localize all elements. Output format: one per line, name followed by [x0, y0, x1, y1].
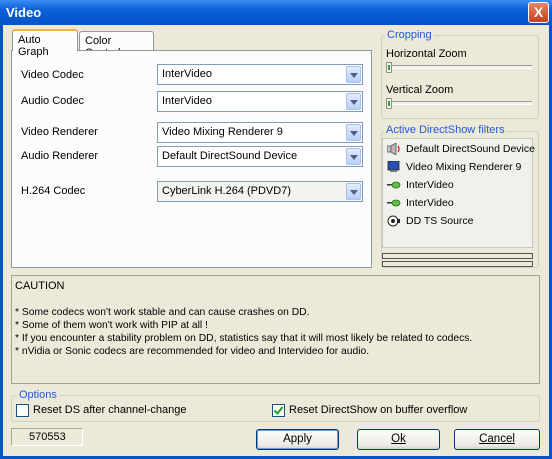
filters-list[interactable]: Default DirectSound Device Video Mixing … — [382, 138, 535, 248]
filter-label: InterVideo — [406, 197, 454, 209]
video-renderer-value: Video Mixing Renderer 9 — [162, 126, 283, 138]
filter-label: Default DirectSound Device — [406, 143, 535, 155]
window-frame-left — [0, 25, 3, 459]
apply-button[interactable]: Apply — [256, 429, 339, 450]
audio-renderer-select[interactable]: Default DirectSound Device — [157, 146, 363, 167]
h264-codec-select[interactable]: CyberLink H.264 (PDVD7) — [157, 181, 363, 202]
filters-title: Active DirectShow filters — [384, 124, 507, 136]
filter-bar-2 — [382, 261, 533, 267]
caution-title: CAUTION — [15, 280, 65, 292]
cancel-button-label: Cancel — [479, 433, 515, 445]
audio-renderer-label: Audio Renderer — [21, 150, 99, 162]
chevron-down-icon[interactable] — [346, 124, 361, 141]
reset-overflow-label[interactable]: Reset DirectShow on buffer overflow — [289, 404, 467, 416]
vertical-zoom-label: Vertical Zoom — [386, 84, 454, 96]
tab-auto-graph-label: Auto Graph — [18, 34, 49, 58]
close-button[interactable]: X — [528, 2, 549, 23]
chevron-down-icon[interactable] — [346, 66, 361, 83]
tab-color-controls[interactable]: Color Controls — [79, 31, 154, 59]
codec-icon — [387, 179, 401, 191]
filter-label: DD TS Source — [406, 215, 474, 227]
list-item[interactable]: InterVideo — [387, 197, 454, 213]
audio-codec-label: Audio Codec — [21, 95, 84, 107]
horizontal-zoom-track[interactable] — [386, 65, 532, 69]
auto-graph-panel: Video Codec InterVideo Audio Codec Inter… — [11, 50, 372, 268]
title-bar: Video X — [0, 0, 552, 25]
video-codec-select[interactable]: InterVideo — [157, 64, 363, 85]
status-value: 570553 — [29, 431, 66, 443]
h264-codec-label: H.264 Codec — [21, 185, 86, 197]
window-title: Video — [6, 5, 42, 20]
list-item[interactable]: Video Mixing Renderer 9 — [387, 160, 522, 177]
caution-line: * If you encounter a stability problem o… — [15, 333, 473, 344]
ok-button[interactable]: Ok — [357, 429, 440, 450]
video-renderer-select[interactable]: Video Mixing Renderer 9 — [157, 122, 363, 143]
apply-button-label: Apply — [283, 433, 312, 445]
codec-icon — [387, 197, 401, 209]
monitor-icon — [387, 160, 401, 173]
video-renderer-label: Video Renderer — [21, 126, 98, 138]
options-title: Options — [17, 389, 59, 401]
video-codec-label: Video Codec — [21, 69, 84, 81]
chevron-down-icon[interactable] — [346, 183, 361, 200]
ok-button-label: Ok — [391, 433, 406, 445]
source-icon — [387, 215, 401, 227]
horizontal-zoom-label: Horizontal Zoom — [386, 48, 467, 60]
caution-box: CAUTION * Some codecs won't work stable … — [11, 275, 540, 384]
audio-codec-value: InterVideo — [162, 95, 212, 107]
cancel-button[interactable]: Cancel — [454, 429, 540, 450]
close-icon: X — [533, 4, 544, 20]
caution-line: * Some codecs won't work stable and can … — [15, 307, 310, 318]
caution-line: * nVidia or Sonic codecs are recommended… — [15, 346, 370, 357]
reset-ds-checkbox[interactable] — [16, 404, 29, 417]
cropping-title: Cropping — [385, 29, 434, 41]
filter-bar-1 — [382, 253, 533, 259]
horizontal-zoom-slider[interactable] — [386, 62, 392, 73]
tab-auto-graph[interactable]: Auto Graph — [12, 29, 78, 58]
reset-ds-label[interactable]: Reset DS after channel-change — [33, 404, 186, 416]
filter-label: Video Mixing Renderer 9 — [406, 161, 522, 173]
status-field: 570553 — [11, 428, 83, 446]
checkmark-icon — [273, 406, 284, 416]
h264-codec-value: CyberLink H.264 (PDVD7) — [162, 185, 291, 197]
list-item[interactable]: DD TS Source — [387, 215, 474, 231]
chevron-down-icon[interactable] — [346, 93, 361, 110]
list-item[interactable]: Default DirectSound Device — [386, 142, 535, 159]
filter-label: InterVideo — [406, 179, 454, 191]
vertical-zoom-slider[interactable] — [386, 98, 392, 109]
audio-codec-select[interactable]: InterVideo — [157, 91, 363, 112]
speaker-icon — [386, 142, 401, 156]
video-codec-value: InterVideo — [162, 68, 212, 80]
reset-overflow-checkbox[interactable] — [272, 404, 285, 417]
vertical-zoom-track[interactable] — [386, 101, 532, 105]
caution-line: * Some of them won't work with PIP at al… — [15, 320, 208, 331]
chevron-down-icon[interactable] — [346, 148, 361, 165]
audio-renderer-value: Default DirectSound Device — [162, 150, 298, 162]
list-item[interactable]: InterVideo — [387, 179, 454, 195]
